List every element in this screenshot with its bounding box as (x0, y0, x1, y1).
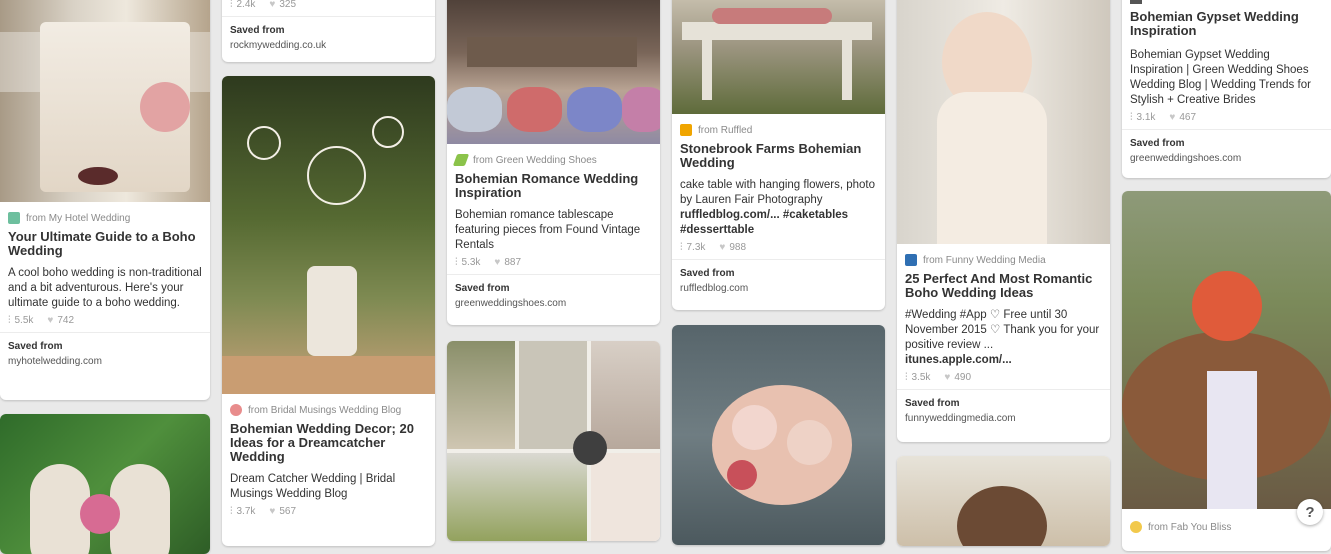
like-count: 742 (47, 315, 74, 326)
like-count: 325 (269, 0, 296, 10)
pin-image-flower-girl[interactable] (897, 0, 1110, 244)
pin-image-dreamcatcher[interactable] (222, 76, 435, 394)
pin-card-bohemian-romance[interactable]: from Green Wedding Shoes Bohemian Romanc… (447, 0, 660, 325)
pin-source[interactable]: from Ruffled (680, 124, 877, 136)
pin-source[interactable]: from Bridal Musings Wedding Blog (230, 404, 427, 416)
like-count: 887 (494, 257, 521, 268)
pin-stats: 5.5k 742 (8, 315, 202, 326)
pin-stats: 2.4k 325 (230, 0, 427, 10)
pin-card-funny-wedding[interactable]: from Funny Wedding Media 25 Perfect And … (897, 0, 1110, 442)
pin-title[interactable]: Bohemian Wedding Decor; 20 Ideas for a D… (230, 422, 427, 464)
pin-image-bouquet[interactable] (672, 325, 885, 545)
pin-title[interactable]: 25 Perfect And Most Romantic Boho Weddin… (905, 272, 1102, 300)
pin-stats: 3.7k 567 (230, 506, 427, 517)
pin-stats: 3.5k 490 (905, 372, 1102, 383)
help-button[interactable]: ? (1297, 499, 1323, 525)
pin-image-bride-hair[interactable] (897, 456, 1110, 546)
pin-source[interactable]: from Fab You Bliss (1130, 521, 1323, 533)
pin-image-cake-table[interactable] (672, 0, 885, 114)
pin-title[interactable]: Your Ultimate Guide to a Boho Wedding (8, 230, 202, 258)
leaf-icon (452, 154, 470, 166)
pin-description-link[interactable]: ruffledblog.com/... #caketables #dessert… (680, 209, 848, 236)
pin-image-shoes[interactable] (0, 414, 210, 554)
repin-count: 7.3k (680, 242, 706, 253)
pin-card-boho-guide[interactable]: from My Hotel Wedding Your Ultimate Guid… (0, 0, 210, 400)
like-count: 467 (1169, 112, 1196, 123)
saved-from[interactable]: Saved from myhotelwedding.com (0, 332, 210, 373)
repin-count: 5.5k (8, 315, 34, 326)
pin-image-collage[interactable] (447, 341, 660, 541)
like-count: 988 (719, 242, 746, 253)
pin-description: A cool boho wedding is non-traditional a… (8, 267, 202, 309)
sun-icon (1130, 521, 1142, 533)
saved-from[interactable]: Saved from greenweddingshoes.com (447, 274, 660, 315)
pin-card-gypset[interactable]: Bohemian Gypset Wedding Inspiration Bohe… (1122, 0, 1331, 178)
funny-wedding-icon (905, 254, 917, 266)
hotel-icon (8, 212, 20, 224)
pin-source[interactable]: from Funny Wedding Media (905, 254, 1102, 266)
pin-card-dreamcatcher[interactable]: from Bridal Musings Wedding Blog Bohemia… (222, 76, 435, 546)
pin-description: Bohemian Gypset Wedding Inspiration | Gr… (1130, 49, 1311, 106)
pin-source[interactable]: from My Hotel Wedding (8, 212, 202, 224)
pin-card-bouquet[interactable] (672, 325, 885, 545)
repin-count: 3.1k (1130, 112, 1156, 123)
saved-from[interactable]: Saved from greenweddingshoes.com (1122, 129, 1331, 170)
pin-image-cake[interactable] (0, 0, 210, 202)
pin-stats: 3.1k 467 (1130, 112, 1323, 123)
pin-title[interactable]: Bohemian Gypset Wedding Inspiration (1130, 10, 1323, 38)
pin-title[interactable]: Stonebrook Farms Bohemian Wedding (680, 142, 877, 170)
pin-card-fab-you-bliss[interactable]: from Fab You Bliss (1122, 191, 1331, 551)
repin-count: 3.7k (230, 506, 256, 517)
saved-from[interactable]: Saved from ruffledblog.com (672, 259, 885, 300)
pin-image-tablescape[interactable] (447, 0, 660, 144)
pin-description: cake table with hanging flowers, photo b… (680, 179, 875, 236)
pin-description: #Wedding #App ♡ Free until 30 November 2… (905, 309, 1100, 366)
repin-count: 5.3k (455, 257, 481, 268)
pin-image-table-setting[interactable] (1122, 191, 1331, 509)
repin-count: 3.5k (905, 372, 931, 383)
like-count: 490 (944, 372, 971, 383)
pin-title[interactable]: Bohemian Romance Wedding Inspiration (455, 172, 652, 200)
heart-icon (230, 404, 242, 416)
source-icon (1130, 0, 1142, 4)
pin-description-link[interactable]: itunes.apple.com/... (905, 354, 1012, 366)
pin-card-collage[interactable] (447, 341, 660, 541)
pin-description: Bohemian romance tablescape featuring pi… (455, 209, 641, 251)
pin-stats: 7.3k 988 (680, 242, 877, 253)
repin-count: 2.4k (230, 0, 256, 10)
pin-card-rockmywedding[interactable]: 2.4k 325 Saved from rockmywedding.co.uk (222, 0, 435, 62)
saved-from[interactable]: Saved from rockmywedding.co.uk (222, 16, 435, 57)
ruffled-icon (680, 124, 692, 136)
pin-description: Dream Catcher Wedding | Bridal Musings W… (230, 473, 396, 500)
pin-card-stonebrook[interactable]: from Ruffled Stonebrook Farms Bohemian W… (672, 0, 885, 310)
saved-from[interactable]: Saved from funnyweddingmedia.com (897, 389, 1110, 430)
pin-source[interactable]: from Green Wedding Shoes (452, 154, 652, 166)
like-count: 567 (269, 506, 296, 517)
pin-card-bride-hair[interactable] (897, 456, 1110, 546)
pin-card-shoes[interactable] (0, 414, 210, 554)
pin-stats: 5.3k 887 (455, 257, 652, 268)
